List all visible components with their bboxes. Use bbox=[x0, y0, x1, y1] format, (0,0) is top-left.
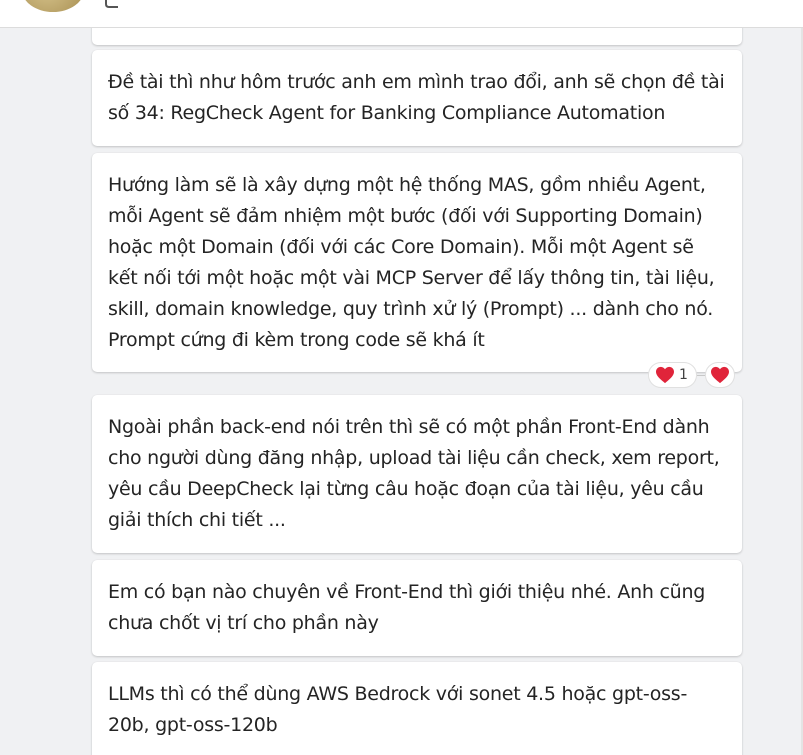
add-reaction-button[interactable] bbox=[704, 362, 735, 388]
message-text: Đề tài thì như hôm trước anh em mình tra… bbox=[108, 71, 725, 124]
compose-icon[interactable] bbox=[104, 0, 126, 8]
message-text: Em có bạn nào chuyên về Front-End thì gi… bbox=[108, 581, 706, 634]
reaction-count: 1 bbox=[679, 367, 688, 383]
message-card[interactable] bbox=[92, 28, 742, 45]
add-heart-reaction-icon bbox=[710, 366, 729, 384]
heart-icon bbox=[656, 366, 674, 384]
message-text: Ngoài phần back-end nói trên thì sẽ có m… bbox=[108, 416, 720, 531]
message-card[interactable]: Em có bạn nào chuyên về Front-End thì gi… bbox=[92, 560, 742, 656]
message-feed[interactable]: Đề tài thì như hôm trước anh em mình tra… bbox=[0, 28, 803, 755]
message-card[interactable]: Ngoài phần back-end nói trên thì sẽ có m… bbox=[92, 395, 742, 553]
message-text: Hướng làm sẽ là xây dựng một hệ thống MA… bbox=[108, 174, 715, 351]
message-card[interactable]: Hướng làm sẽ là xây dựng một hệ thống MA… bbox=[92, 153, 742, 372]
chat-header bbox=[0, 0, 803, 28]
message-card[interactable]: Đề tài thì như hôm trước anh em mình tra… bbox=[92, 50, 742, 146]
heart-reaction[interactable]: 1 bbox=[648, 362, 697, 388]
avatar[interactable] bbox=[22, 0, 84, 12]
message-text: LLMs thì có thể dùng AWS Bedrock với son… bbox=[108, 683, 688, 736]
reaction-divider bbox=[696, 374, 705, 376]
message-card[interactable]: LLMs thì có thể dùng AWS Bedrock với son… bbox=[92, 662, 742, 755]
message-reactions: 1 bbox=[648, 360, 735, 390]
